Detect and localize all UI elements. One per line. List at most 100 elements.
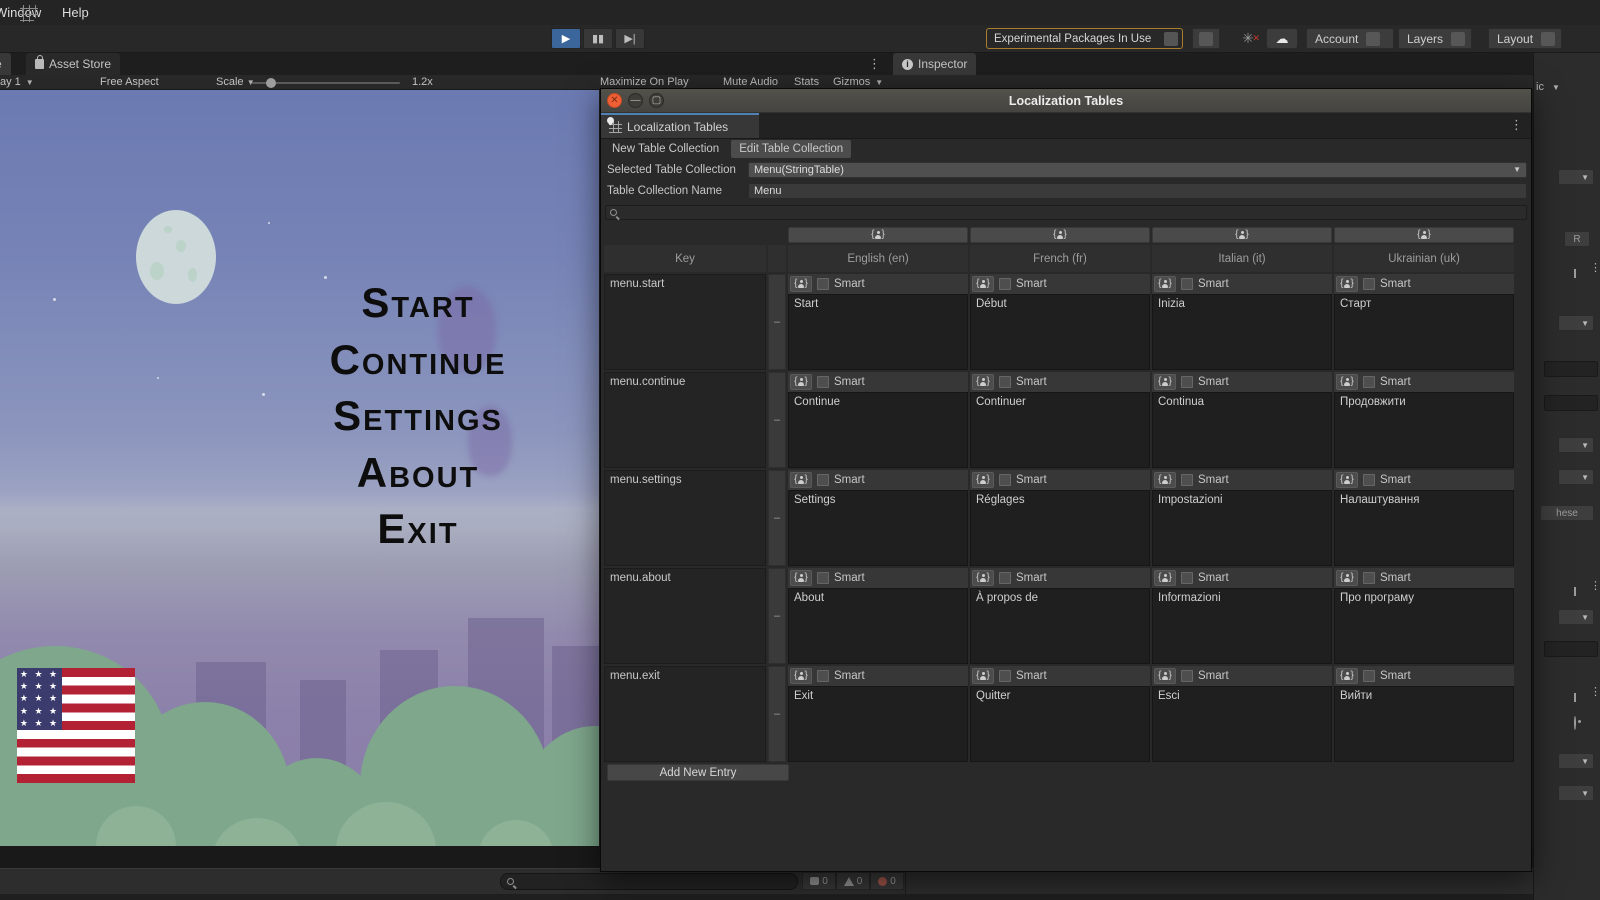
smart-checkbox[interactable] bbox=[1363, 474, 1375, 486]
menu-help[interactable]: Help bbox=[62, 5, 89, 20]
column-metadata-button[interactable] bbox=[1152, 227, 1332, 243]
row-grip[interactable]: – bbox=[768, 470, 786, 566]
tab-game-partial[interactable]: e bbox=[0, 53, 11, 75]
translation-text-area[interactable]: Вийти bbox=[1334, 686, 1514, 762]
smart-checkbox[interactable] bbox=[999, 670, 1011, 682]
column-metadata-button[interactable] bbox=[970, 227, 1150, 243]
inspector-field[interactable] bbox=[1544, 361, 1598, 377]
smart-checkbox[interactable] bbox=[999, 376, 1011, 388]
table-search-input[interactable] bbox=[605, 205, 1527, 220]
smart-checkbox[interactable] bbox=[999, 278, 1011, 290]
translation-text-area[interactable]: Informazioni bbox=[1152, 588, 1332, 664]
us-flag-language-button[interactable]: ★ ★ ★ ★ ★ ★ ★ ★ ★ ★ ★ ★ ★ ★ ★ bbox=[17, 668, 135, 783]
minimize-button[interactable]: — bbox=[628, 93, 643, 108]
smart-checkbox[interactable] bbox=[1181, 474, 1193, 486]
translation-text-area[interactable]: Réglages bbox=[970, 490, 1150, 566]
metadata-button[interactable] bbox=[790, 668, 812, 684]
translation-text-area[interactable]: Settings bbox=[788, 490, 968, 566]
badge-dropdown-icon[interactable] bbox=[1164, 32, 1178, 46]
key-cell[interactable]: menu.settings bbox=[604, 470, 766, 566]
play-button[interactable]: ▶ bbox=[551, 28, 581, 49]
metadata-button[interactable] bbox=[790, 472, 812, 488]
snap-grid-icon[interactable] bbox=[20, 5, 38, 22]
language-column-header[interactable]: English (en) bbox=[788, 245, 968, 272]
metadata-button[interactable] bbox=[972, 570, 994, 586]
pause-button[interactable]: ▮▮ bbox=[583, 28, 613, 49]
preview-packages-button[interactable] bbox=[1192, 28, 1220, 49]
metadata-button[interactable] bbox=[790, 374, 812, 390]
smart-checkbox[interactable] bbox=[1181, 376, 1193, 388]
game-menu-item[interactable]: Settings bbox=[220, 388, 599, 445]
smart-checkbox[interactable] bbox=[1363, 376, 1375, 388]
maximize-button[interactable]: ▢ bbox=[649, 93, 664, 108]
smart-checkbox[interactable] bbox=[1363, 572, 1375, 584]
column-metadata-button[interactable] bbox=[788, 227, 968, 243]
smart-checkbox[interactable] bbox=[1181, 572, 1193, 584]
game-menu-item[interactable]: Start bbox=[220, 275, 599, 332]
smart-checkbox[interactable] bbox=[817, 670, 829, 682]
translation-text-area[interactable]: Start bbox=[788, 294, 968, 370]
smart-checkbox[interactable] bbox=[999, 474, 1011, 486]
key-cell[interactable]: menu.start bbox=[604, 274, 766, 370]
translation-text-area[interactable]: Про програму bbox=[1334, 588, 1514, 664]
add-new-entry-button[interactable]: Add New Entry bbox=[607, 764, 789, 781]
tab-inspector[interactable]: i Inspector bbox=[893, 53, 976, 75]
inspector-dropdown[interactable]: ▼ bbox=[1558, 469, 1594, 485]
translation-text-area[interactable]: Старт bbox=[1334, 294, 1514, 370]
metadata-button[interactable] bbox=[1154, 570, 1176, 586]
console-warning-toggle[interactable]: 0 bbox=[836, 872, 870, 890]
metadata-button[interactable] bbox=[1336, 472, 1358, 488]
smart-checkbox[interactable] bbox=[817, 572, 829, 584]
step-button[interactable]: ▶| bbox=[615, 28, 645, 49]
inspector-field[interactable] bbox=[1544, 395, 1598, 411]
component-menu-icon[interactable]: ⋮ bbox=[1590, 579, 1600, 592]
smart-checkbox[interactable] bbox=[817, 278, 829, 290]
metadata-button[interactable] bbox=[972, 668, 994, 684]
translation-text-area[interactable]: Quitter bbox=[970, 686, 1150, 762]
key-cell[interactable]: menu.exit bbox=[604, 666, 766, 762]
collab-status-icon[interactable]: ✳✕ bbox=[1236, 28, 1260, 49]
display-dropdown[interactable]: ay 1▼ bbox=[0, 76, 34, 89]
metadata-button[interactable] bbox=[1336, 374, 1358, 390]
component-menu-icon[interactable]: ⋮ bbox=[1590, 261, 1600, 274]
translation-text-area[interactable]: Exit bbox=[788, 686, 968, 762]
tab-localization-tables[interactable]: Localization Tables bbox=[601, 113, 759, 138]
translation-text-area[interactable]: Inizia bbox=[1152, 294, 1332, 370]
cloud-services-button[interactable]: ☁ bbox=[1266, 28, 1298, 49]
metadata-button[interactable] bbox=[972, 276, 994, 292]
game-menu-item[interactable]: About bbox=[220, 445, 599, 502]
row-grip[interactable]: – bbox=[768, 372, 786, 468]
inspector-dropdown[interactable]: ▼ bbox=[1558, 169, 1594, 185]
metadata-button[interactable] bbox=[972, 374, 994, 390]
row-grip[interactable]: – bbox=[768, 274, 786, 370]
translation-text-area[interactable]: Début bbox=[970, 294, 1150, 370]
hese-button-partial[interactable]: hese bbox=[1540, 505, 1594, 521]
smart-checkbox[interactable] bbox=[999, 572, 1011, 584]
column-metadata-button[interactable] bbox=[1334, 227, 1514, 243]
smart-checkbox[interactable] bbox=[1363, 278, 1375, 290]
game-menu-item[interactable]: Exit bbox=[220, 501, 599, 558]
translation-text-area[interactable]: Esci bbox=[1152, 686, 1332, 762]
layout-button[interactable]: Layout bbox=[1488, 28, 1562, 49]
metadata-button[interactable] bbox=[790, 276, 812, 292]
window-menu-icon[interactable]: ⋮ bbox=[1510, 113, 1531, 138]
smart-checkbox[interactable] bbox=[817, 376, 829, 388]
metadata-button[interactable] bbox=[1154, 374, 1176, 390]
tab-asset-store[interactable]: Asset Store bbox=[26, 53, 120, 75]
new-table-collection-button[interactable]: New Table Collection bbox=[604, 140, 727, 158]
metadata-button[interactable] bbox=[1154, 668, 1176, 684]
translation-text-area[interactable]: Налаштування bbox=[1334, 490, 1514, 566]
r-button[interactable]: R bbox=[1564, 231, 1590, 247]
game-menu-item[interactable]: Continue bbox=[220, 332, 599, 389]
project-search-input[interactable] bbox=[500, 873, 798, 890]
component-menu-icon[interactable]: ⋮ bbox=[1590, 685, 1600, 698]
translation-text-area[interactable]: À propos de bbox=[970, 588, 1150, 664]
smart-checkbox[interactable] bbox=[1181, 278, 1193, 290]
language-column-header[interactable]: French (fr) bbox=[970, 245, 1150, 272]
key-cell[interactable]: menu.about bbox=[604, 568, 766, 664]
smart-checkbox[interactable] bbox=[817, 474, 829, 486]
account-button[interactable]: Account bbox=[1306, 28, 1394, 49]
smart-checkbox[interactable] bbox=[1363, 670, 1375, 682]
translation-text-area[interactable]: Continuer bbox=[970, 392, 1150, 468]
row-grip[interactable]: – bbox=[768, 568, 786, 664]
